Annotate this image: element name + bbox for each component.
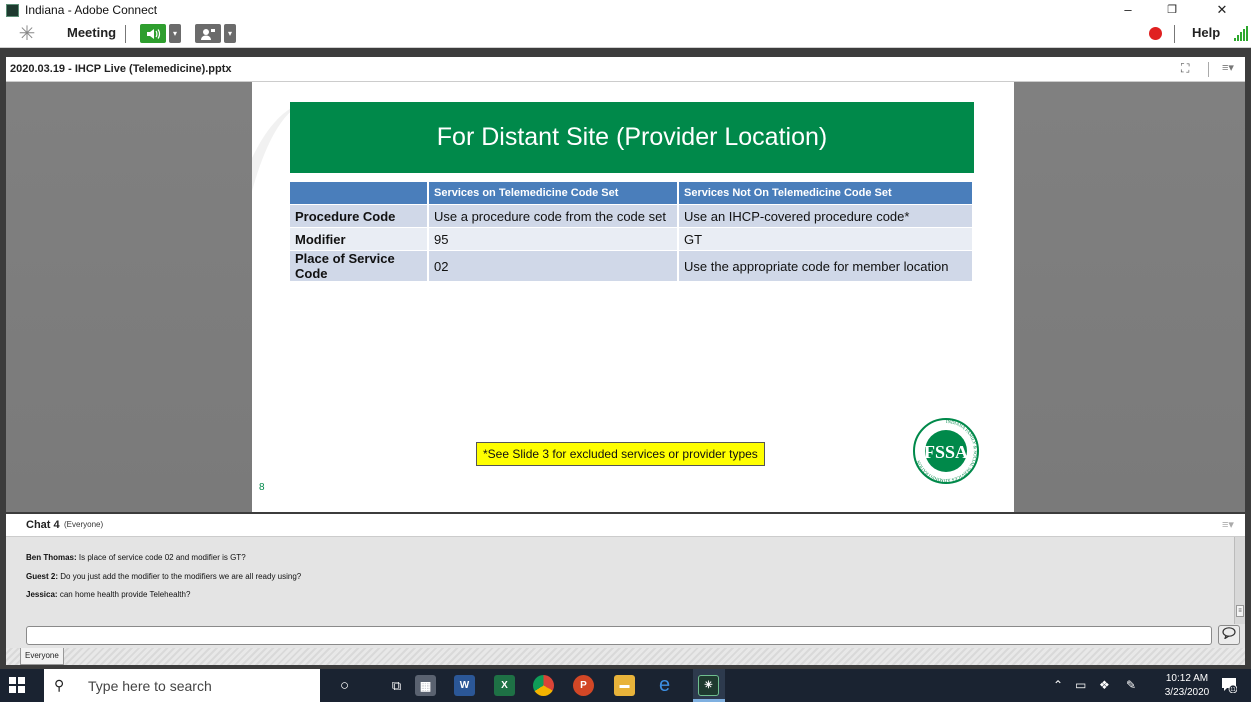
- chat-message: Ben Thomas: Is place of service code 02 …: [26, 553, 246, 562]
- menu-bar: ✳ Meeting ▾ ▾ Help: [0, 20, 1251, 48]
- share-pod-header: 2020.03.19 - IHCP Live (Telemedicine).pp…: [6, 57, 1245, 82]
- show-hidden-icons-chevron-icon[interactable]: ⌃: [1053, 678, 1063, 692]
- slide-footnote: *See Slide 3 for excluded services or pr…: [476, 442, 765, 466]
- task-view-icon[interactable]: ⧉: [386, 675, 407, 696]
- notification-center-icon[interactable]: 11: [1221, 677, 1237, 693]
- person-camera-icon: [201, 28, 215, 40]
- dropbox-icon[interactable]: ❖: [1099, 678, 1110, 692]
- chat-message-list: Ben Thomas: Is place of service code 02 …: [6, 537, 1234, 624]
- windows-start-icon[interactable]: [9, 677, 26, 694]
- presentation-slide: For Distant Site (Provider Location) Ser…: [252, 82, 1014, 512]
- chat-pod-header: Chat 4 (Everyone) ≡▾: [6, 514, 1245, 537]
- chat-sender: Jessica:: [26, 590, 58, 599]
- word-icon[interactable]: W: [454, 675, 475, 696]
- slide-number: 8: [259, 482, 265, 493]
- battery-icon[interactable]: ▭: [1075, 678, 1086, 692]
- chat-tab-everyone[interactable]: Everyone: [20, 648, 64, 665]
- chrome-icon[interactable]: [533, 675, 554, 696]
- help-menu[interactable]: Help: [1192, 25, 1220, 40]
- search-icon: ⚲: [54, 677, 65, 693]
- fssa-logo-text: FSSA: [924, 442, 968, 462]
- table-header-cell: Services Not On Telemedicine Code Set: [679, 182, 974, 204]
- connection-signal-icon: [1234, 26, 1248, 41]
- calculator-icon[interactable]: ▦: [415, 675, 436, 696]
- billing-code-table: Services on Telemedicine Code Set Servic…: [290, 182, 974, 281]
- table-cell: 95: [429, 227, 679, 250]
- chat-message: Guest 2: Do you just add the modifier to…: [26, 572, 301, 581]
- table-row-header: Place of Service Code: [290, 250, 429, 281]
- adobe-connect-taskbar-icon[interactable]: ✳: [698, 675, 719, 696]
- chat-message-input[interactable]: [26, 626, 1212, 645]
- maximize-button[interactable]: ❐: [1150, 0, 1194, 20]
- table-header-cell: Services on Telemedicine Code Set: [429, 182, 679, 204]
- speech-bubble-icon: [1222, 627, 1236, 640]
- chat-pod-menu-icon[interactable]: ≡▾: [1222, 518, 1234, 531]
- powerpoint-icon[interactable]: P: [573, 675, 594, 696]
- chat-sender: Guest 2:: [26, 572, 59, 581]
- table-cell: 02: [429, 250, 679, 281]
- camera-button[interactable]: [195, 24, 221, 43]
- excel-icon[interactable]: X: [494, 675, 515, 696]
- taskbar-search-box[interactable]: ⚲ Type here to search: [44, 669, 320, 702]
- close-button[interactable]: ✕: [1200, 0, 1244, 20]
- table-cell: Use an IHCP-covered procedure code*: [679, 204, 974, 227]
- adobe-connect-app-icon: [6, 3, 19, 17]
- edge-icon[interactable]: e: [654, 674, 675, 696]
- table-header-cell: [290, 182, 429, 204]
- chat-tab-strip: Everyone: [6, 648, 1245, 665]
- table-row-header: Procedure Code: [290, 204, 429, 227]
- menu-divider: [1174, 25, 1175, 43]
- slide-side-panel-right: [1014, 82, 1245, 512]
- pen-icon[interactable]: ✎: [1126, 678, 1136, 692]
- chat-text: Do you just add the modifier to the modi…: [58, 572, 302, 581]
- camera-dropdown-chevron-icon[interactable]: ▾: [224, 24, 236, 43]
- notification-count: 11: [1230, 687, 1235, 693]
- table-row-header: Modifier: [290, 227, 429, 250]
- table-cell: Use a procedure code from the code set: [429, 204, 679, 227]
- taskbar-clock-date[interactable]: 3/23/2020: [1163, 687, 1211, 698]
- adobe-connect-logo-icon: ✳: [18, 23, 36, 45]
- meeting-menu[interactable]: Meeting: [67, 25, 116, 40]
- share-pod-title: 2020.03.19 - IHCP Live (Telemedicine).pp…: [10, 63, 232, 75]
- speaker-icon: [147, 28, 161, 39]
- table-row: Procedure Code Use a procedure code from…: [290, 204, 974, 227]
- taskbar-clock-time[interactable]: 10:12 AM: [1163, 673, 1211, 684]
- cortana-icon[interactable]: ○: [334, 675, 355, 696]
- table-cell: GT: [679, 227, 974, 250]
- chat-text: can home health provide Telehealth?: [57, 590, 191, 599]
- window-titlebar: Indiana - Adobe Connect – ❐ ✕: [0, 0, 1251, 20]
- speaker-dropdown-chevron-icon[interactable]: ▾: [169, 24, 181, 43]
- chat-input-row: [6, 624, 1245, 648]
- menu-divider: [125, 25, 126, 43]
- chat-send-button[interactable]: [1218, 625, 1240, 645]
- fullscreen-icon[interactable]: ⛶: [1181, 61, 1189, 76]
- slide-side-panel-left: [6, 82, 252, 512]
- chat-message: Jessica: can home health provide Telehea…: [26, 590, 190, 599]
- chat-text: Is place of service code 02 and modifier…: [76, 553, 246, 562]
- minimize-button[interactable]: –: [1106, 0, 1150, 20]
- adobe-connect-window: Indiana - Adobe Connect – ❐ ✕ ✳ Meeting …: [0, 0, 1251, 702]
- file-explorer-icon[interactable]: ▬: [614, 675, 635, 696]
- taskbar-search-placeholder: Type here to search: [88, 677, 212, 694]
- windows-taskbar: ⚲ Type here to search ○ ⧉ ▦ W X P ▬ e ✳ …: [0, 669, 1251, 702]
- share-pod-menu-icon[interactable]: ≡▾: [1222, 61, 1234, 74]
- scrollbar-thumb[interactable]: ≡: [1236, 605, 1244, 617]
- header-divider: [1208, 62, 1209, 77]
- window-title: Indiana - Adobe Connect: [25, 3, 158, 17]
- table-row: Modifier 95 GT: [290, 227, 974, 250]
- chat-audience-label: (Everyone): [64, 520, 104, 529]
- speaker-button[interactable]: [140, 24, 166, 43]
- table-header-row: Services on Telemedicine Code Set Servic…: [290, 182, 974, 204]
- slide-title: For Distant Site (Provider Location): [290, 102, 974, 173]
- recording-indicator-icon[interactable]: [1149, 27, 1162, 40]
- fssa-logo-icon: FSSA INDIANA FAMILY & SOCIAL SERVICES AD…: [913, 418, 979, 484]
- chat-sender: Ben Thomas:: [26, 553, 77, 562]
- table-cell: Use the appropriate code for member loca…: [679, 250, 974, 281]
- table-row: Place of Service Code 02 Use the appropr…: [290, 250, 974, 281]
- chat-pod-title: Chat 4: [26, 519, 60, 531]
- chat-scrollbar[interactable]: ≡: [1234, 537, 1245, 624]
